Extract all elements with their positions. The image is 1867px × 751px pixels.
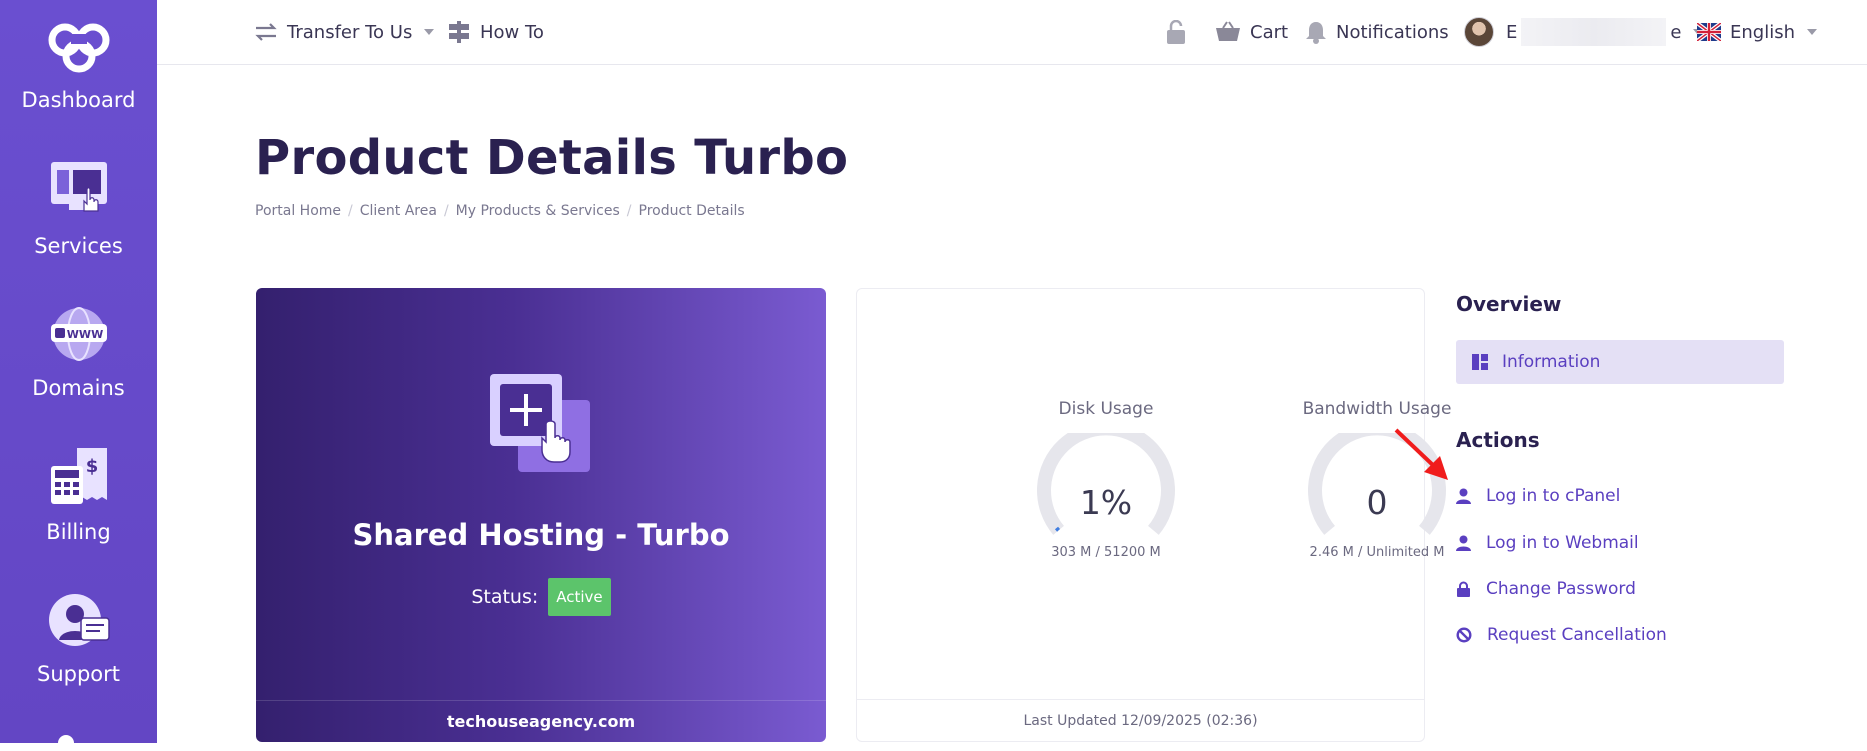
redacted-name [1521, 18, 1667, 46]
user-icon [1456, 535, 1471, 551]
sidebar-label-dashboard: Dashboard [21, 88, 136, 112]
action-label-cancellation: Request Cancellation [1487, 625, 1667, 645]
cart-link[interactable]: Cart [1215, 0, 1288, 64]
transfer-label: Transfer To Us [287, 21, 413, 43]
breadcrumb-separator: / [443, 203, 449, 219]
breadcrumb-product-details: Product Details [638, 203, 745, 219]
user-name-start: E [1506, 21, 1518, 43]
action-login-cpanel[interactable]: Log in to cPanel [1456, 486, 1620, 506]
user-icon [1456, 488, 1471, 504]
signpost-icon [449, 21, 469, 43]
sidebar-item-domains[interactable]: WWW Domains [0, 306, 157, 400]
services-icon [50, 162, 107, 212]
cart-label: Cart [1250, 21, 1289, 43]
ban-icon [1456, 627, 1472, 643]
disk-usage-title: Disk Usage [1058, 399, 1154, 419]
svg-text:WWW: WWW [66, 328, 102, 341]
language-label: English [1730, 21, 1795, 43]
action-label-webmail: Log in to Webmail [1486, 533, 1639, 553]
basket-icon [1216, 21, 1240, 41]
breadcrumb-my-products[interactable]: My Products & Services [456, 203, 620, 219]
user-name-end: e [1670, 21, 1682, 43]
sidebar-label-billing: Billing [46, 520, 111, 544]
sidebar: Dashboard Services WWW Domains $ Billing… [0, 0, 157, 751]
sidebar-item-services[interactable]: Services [0, 160, 157, 258]
uk-flag-icon [1697, 23, 1721, 41]
product-domain[interactable]: techouseagency.com [256, 700, 826, 742]
user-menu[interactable]: E e [1464, 0, 1704, 64]
lock-button[interactable] [1165, 0, 1196, 64]
billing-icon: $ [50, 448, 107, 504]
ccc-logo-icon [48, 23, 109, 73]
add-service-icon [490, 374, 590, 472]
actions-heading: Actions [1456, 428, 1540, 452]
bandwidth-usage-value: 0 [1366, 483, 1388, 522]
disk-usage-value: 1% [1079, 483, 1133, 522]
sidebar-label-domains: Domains [32, 376, 125, 400]
disk-usage-gauge: Disk Usage 1% 303 M / 51200 M [1006, 399, 1206, 560]
overview-item-information[interactable]: Information [1456, 340, 1784, 384]
overview-heading: Overview [1456, 292, 1562, 316]
sidebar-item-billing[interactable]: $ Billing [0, 446, 157, 544]
lock-icon [1457, 581, 1470, 597]
page-title: Product Details Turbo [255, 130, 849, 186]
status-row: Status: Active [256, 578, 826, 616]
language-menu[interactable]: English [1697, 0, 1817, 64]
howto-link[interactable]: How To [447, 0, 544, 64]
action-login-webmail[interactable]: Log in to Webmail [1456, 533, 1639, 553]
sidebar-more-icon [58, 735, 74, 751]
action-request-cancellation[interactable]: Request Cancellation [1456, 625, 1667, 645]
bell-icon [1306, 22, 1326, 44]
action-label-cpanel: Log in to cPanel [1486, 486, 1621, 506]
svg-text:$: $ [85, 456, 98, 477]
transfer-menu[interactable]: Transfer To Us [254, 0, 435, 64]
red-arrow-annotation [1394, 428, 1448, 480]
dashboard-icon [1472, 354, 1488, 370]
www-icon: WWW [50, 307, 107, 361]
bandwidth-usage-detail: 2.46 M / Unlimited M [1309, 545, 1445, 560]
usage-card: Disk Usage 1% 303 M / 51200 M Bandwidth … [856, 288, 1451, 742]
action-change-password[interactable]: Change Password [1456, 579, 1636, 599]
sidebar-label-support: Support [36, 662, 120, 686]
breadcrumb-separator: / [626, 203, 632, 219]
status-badge: Active [548, 578, 611, 616]
sidebar-item-support[interactable]: Support [0, 592, 157, 686]
sidebar-label-services: Services [34, 234, 123, 258]
topbar: Transfer To Us How To Cart Notifications [157, 0, 1867, 65]
disk-usage-detail: 303 M / 51200 M [1051, 545, 1161, 560]
notifications-link[interactable]: Notifications [1305, 0, 1449, 64]
transfer-icon [255, 23, 277, 41]
avatar [1464, 17, 1494, 47]
support-icon [48, 594, 110, 646]
product-card: Shared Hosting - Turbo Status: Active te… [256, 288, 826, 742]
breadcrumb-separator: / [348, 203, 353, 219]
chevron-down-icon [424, 29, 435, 35]
notifications-label: Notifications [1336, 21, 1449, 43]
action-label-password: Change Password [1486, 579, 1636, 599]
status-label: Status: [471, 586, 539, 608]
sidebar-item-dashboard[interactable]: Dashboard [0, 18, 157, 112]
chevron-down-icon [1807, 29, 1817, 35]
bandwidth-usage-title: Bandwidth Usage [1302, 399, 1452, 419]
breadcrumb: Portal Home / Client Area / My Products … [255, 203, 745, 219]
product-name: Shared Hosting - Turbo [352, 518, 730, 552]
howto-label: How To [480, 21, 544, 43]
information-label: Information [1502, 352, 1601, 372]
breadcrumb-client-area[interactable]: Client Area [360, 203, 437, 219]
unlock-icon [1167, 20, 1185, 44]
last-updated: Last Updated 12/09/2025 (02:36) [857, 699, 1424, 741]
breadcrumb-portal-home[interactable]: Portal Home [255, 203, 341, 219]
